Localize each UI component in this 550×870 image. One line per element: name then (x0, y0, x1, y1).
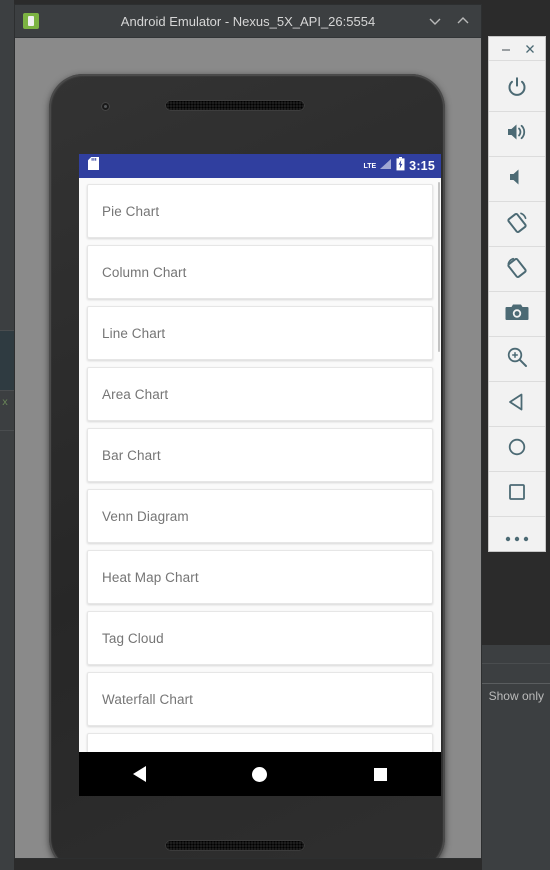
bg-divider-1 (0, 330, 14, 331)
chevron-down-icon[interactable] (427, 13, 443, 29)
camera-icon (505, 302, 529, 327)
bg-divider-3 (0, 430, 14, 431)
bg-divider-2 (0, 390, 14, 391)
list-item[interactable]: Waterfall Chart (87, 672, 433, 726)
network-type-label: LTE (363, 162, 377, 170)
navigation-bar (79, 752, 441, 796)
list-item-label: Pie Chart (102, 203, 160, 219)
emulator-viewport: LTE 3:15 Pie Chart Column Chart Line Cha… (15, 38, 481, 858)
device-screen[interactable]: LTE 3:15 Pie Chart Column Chart Line Cha… (79, 154, 441, 796)
list-item[interactable]: Column Chart (87, 245, 433, 299)
volume-down-button[interactable] (489, 157, 545, 201)
chart-type-list[interactable]: Pie Chart Column Chart Line Chart Area C… (79, 178, 441, 752)
bg-right-strip-1 (482, 645, 550, 663)
list-item-label: Waterfall Chart (102, 691, 194, 707)
android-app-icon (23, 13, 39, 29)
list-item[interactable]: Pie Chart (87, 184, 433, 238)
back-button[interactable] (116, 752, 162, 796)
toolbar-buttons (489, 61, 545, 561)
window-title: Android Emulator - Nexus_5X_API_26:5554 (120, 13, 376, 29)
battery-charging-icon (396, 156, 405, 176)
list-item[interactable]: Area Chart (87, 367, 433, 421)
device-frame: LTE 3:15 Pie Chart Column Chart Line Cha… (49, 74, 445, 858)
rotate-right-icon (505, 255, 529, 284)
circle-icon (252, 766, 268, 782)
list-item[interactable]: Tag Cloud (87, 611, 433, 665)
list-scrollbar[interactable] (438, 182, 440, 352)
list-item[interactable]: Venn Diagram (87, 489, 433, 543)
list-item-label: Heat Map Chart (102, 569, 199, 585)
list-item-label: Tag Cloud (102, 630, 164, 646)
recents-button[interactable] (358, 752, 404, 796)
volume-up-button[interactable] (489, 112, 545, 156)
triangle-left-icon (506, 391, 528, 418)
magnifier-plus-icon (505, 345, 529, 374)
bg-left-highlight (0, 330, 14, 390)
front-camera-icon (101, 102, 110, 111)
list-item-label: Line Chart (102, 325, 166, 341)
signal-bars-icon (378, 157, 392, 175)
power-button[interactable] (489, 67, 545, 111)
circle-icon (506, 436, 528, 463)
more-button[interactable] (489, 517, 545, 561)
volume-up-icon (505, 121, 529, 148)
clock-label: 3:15 (409, 159, 435, 173)
square-icon (506, 481, 528, 508)
background-label: Show only (488, 689, 544, 703)
triangle-left-icon (132, 766, 146, 782)
ellipsis-icon (504, 530, 530, 548)
earpiece-speaker (165, 100, 305, 111)
emulator-window: Android Emulator - Nexus_5X_API_26:5554 (14, 4, 482, 859)
list-item-label: Area Chart (102, 386, 169, 402)
bottom-speaker (165, 840, 305, 851)
power-icon (506, 76, 528, 103)
emulator-toolbar-panel (488, 36, 546, 552)
rotate-left-button[interactable] (489, 202, 545, 246)
toolbar-titlebar (489, 37, 545, 61)
emulator-titlebar: Android Emulator - Nexus_5X_API_26:5554 (15, 5, 481, 38)
list-item[interactable]: Bar Chart (87, 428, 433, 482)
list-item[interactable]: Line Chart (87, 306, 433, 360)
volume-down-icon (505, 166, 529, 193)
bg-left-strip (0, 0, 14, 870)
list-item-label: Column Chart (102, 264, 187, 280)
bg-divider-5 (482, 683, 550, 684)
chevron-up-icon[interactable] (455, 13, 471, 29)
list-item-label: Venn Diagram (102, 508, 189, 524)
minimize-icon[interactable] (499, 42, 513, 56)
list-item[interactable]: Tree Map Chart (87, 733, 433, 752)
zoom-button[interactable] (489, 337, 545, 381)
screenshot-button[interactable] (489, 292, 545, 336)
square-icon (374, 767, 388, 781)
rotate-right-button[interactable] (489, 247, 545, 291)
list-item[interactable]: Heat Map Chart (87, 550, 433, 604)
home-button[interactable] (237, 752, 283, 796)
status-bar: LTE 3:15 (79, 154, 441, 178)
device-overview-button[interactable] (489, 472, 545, 516)
list-item-label: Bar Chart (102, 447, 161, 463)
close-icon[interactable] (523, 42, 537, 56)
device-back-button[interactable] (489, 382, 545, 426)
rotate-left-icon (505, 210, 529, 239)
screenshot-root: x Show only Android Emulator - Nexus_5X_… (0, 0, 550, 870)
device-home-button[interactable] (489, 427, 545, 471)
console-text: x (2, 397, 9, 408)
sdcard-icon (88, 157, 99, 175)
